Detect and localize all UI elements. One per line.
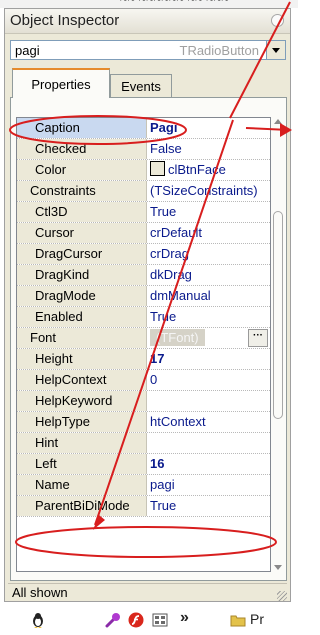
properties-panel: Caption Pagi Checked False Color clBtnFa… xyxy=(10,97,287,581)
film-icon[interactable] xyxy=(152,612,168,628)
property-name: Left xyxy=(17,454,147,474)
top-cropped-text: ~~ ~~~~~~ ~~ ~~~ xyxy=(0,0,298,8)
scroll-up-icon[interactable] xyxy=(274,119,282,124)
property-name: Checked xyxy=(17,139,147,159)
flash-player-icon[interactable] xyxy=(128,612,144,628)
window-title: Object Inspector xyxy=(10,12,120,29)
property-value[interactable]: Pagi xyxy=(148,118,270,138)
property-name: Hint xyxy=(17,433,147,453)
property-row-height[interactable]: Height 17 xyxy=(17,349,270,370)
property-name: Enabled xyxy=(17,307,147,327)
property-row-helpcontext[interactable]: HelpContext 0 xyxy=(17,370,270,391)
property-value[interactable]: True xyxy=(148,307,270,327)
property-name: HelpKeyword xyxy=(17,391,147,411)
property-grid[interactable]: Caption Pagi Checked False Color clBtnFa… xyxy=(16,117,271,572)
pin-circle-icon[interactable] xyxy=(271,14,284,27)
property-name: DragCursor xyxy=(17,244,147,264)
component-name: pagi xyxy=(15,43,40,58)
taskbar-item-label[interactable]: Pr xyxy=(250,611,264,627)
property-name: Caption xyxy=(17,118,147,138)
property-value[interactable]: 0 xyxy=(148,370,270,390)
property-row-checked[interactable]: Checked False xyxy=(17,139,270,160)
property-value[interactable] xyxy=(148,433,270,453)
status-text: All shown xyxy=(12,585,68,600)
property-name: DragKind xyxy=(17,265,147,285)
property-name: Ctl3D xyxy=(17,202,147,222)
property-value[interactable]: crDrag xyxy=(148,244,270,264)
property-row-caption[interactable]: Caption Pagi xyxy=(17,118,270,139)
property-value[interactable]: False xyxy=(148,139,270,159)
scroll-down-icon[interactable] xyxy=(274,565,282,570)
property-name: Constraints xyxy=(17,181,147,201)
property-row-enabled[interactable]: Enabled True xyxy=(17,307,270,328)
color-value-text: clBtnFace xyxy=(168,162,226,177)
component-type: TRadioButton xyxy=(179,43,260,58)
property-row-dragcursor[interactable]: DragCursor crDrag xyxy=(17,244,270,265)
property-row-helptype[interactable]: HelpType htContext xyxy=(17,412,270,433)
property-name: Color xyxy=(17,160,147,180)
property-name: Font xyxy=(17,328,147,348)
property-value[interactable]: crDefault xyxy=(148,223,270,243)
property-value[interactable]: pagi xyxy=(148,475,270,495)
property-row-hint[interactable]: Hint xyxy=(17,433,270,454)
property-row-font[interactable]: Font (TFont) ··· xyxy=(17,328,270,349)
property-value[interactable]: 17 xyxy=(148,349,270,369)
color-swatch xyxy=(150,161,165,176)
property-row-helpkeyword[interactable]: HelpKeyword xyxy=(17,391,270,412)
component-selector[interactable]: pagi TRadioButton xyxy=(10,40,286,60)
taskbar: » Pr xyxy=(0,603,298,635)
inspector-tabs: Properties Events xyxy=(12,68,282,98)
more-chevron[interactable]: » xyxy=(180,609,189,627)
title-bar: Object Inspector xyxy=(5,9,290,34)
vertical-scrollbar[interactable] xyxy=(273,117,284,572)
property-row-ctl3d[interactable]: Ctl3D True xyxy=(17,202,270,223)
scroll-thumb[interactable] xyxy=(273,211,283,419)
property-row-cursor[interactable]: Cursor crDefault xyxy=(17,223,270,244)
property-name: Height xyxy=(17,349,147,369)
status-bar: All shown xyxy=(8,583,287,601)
property-value[interactable]: True xyxy=(148,202,270,222)
property-value[interactable] xyxy=(148,391,270,411)
folder-icon[interactable] xyxy=(230,612,246,628)
paint-brush-icon[interactable] xyxy=(105,612,121,628)
property-name: Name xyxy=(17,475,147,495)
property-value[interactable]: dmManual xyxy=(148,286,270,306)
property-name: DragMode xyxy=(17,286,147,306)
tab-events[interactable]: Events xyxy=(110,74,172,98)
property-row-constraints[interactable]: Constraints (TSizeConstraints) xyxy=(17,181,270,202)
property-value[interactable]: dkDrag xyxy=(148,265,270,285)
property-value[interactable]: 16 xyxy=(148,454,270,474)
property-name: HelpType xyxy=(17,412,147,432)
chevron-down-icon xyxy=(272,47,280,53)
property-value[interactable]: clBtnFace xyxy=(148,160,270,180)
font-value-text: (TFont) xyxy=(150,329,205,346)
property-value[interactable]: (TSizeConstraints) xyxy=(148,181,270,201)
dropdown-button[interactable] xyxy=(266,41,285,59)
property-row-name[interactable]: Name pagi xyxy=(17,475,270,496)
property-row-left[interactable]: Left 16 xyxy=(17,454,270,475)
property-value[interactable]: True xyxy=(148,496,270,516)
penguin-icon[interactable] xyxy=(30,612,46,628)
property-row-dragkind[interactable]: DragKind dkDrag xyxy=(17,265,270,286)
property-value[interactable]: htContext xyxy=(148,412,270,432)
property-name: Cursor xyxy=(17,223,147,243)
property-name: HelpContext xyxy=(17,370,147,390)
resize-grip-icon[interactable] xyxy=(277,591,287,601)
ellipsis-button[interactable]: ··· xyxy=(248,329,268,347)
property-row-parentbidimode[interactable]: ParentBiDiMode True xyxy=(17,496,270,517)
tab-properties[interactable]: Properties xyxy=(12,68,110,98)
object-inspector-window: Object Inspector pagi TRadioButton Prope… xyxy=(4,8,291,602)
property-row-color[interactable]: Color clBtnFace xyxy=(17,160,270,181)
property-row-dragmode[interactable]: DragMode dmManual xyxy=(17,286,270,307)
property-name: ParentBiDiMode xyxy=(17,496,147,516)
